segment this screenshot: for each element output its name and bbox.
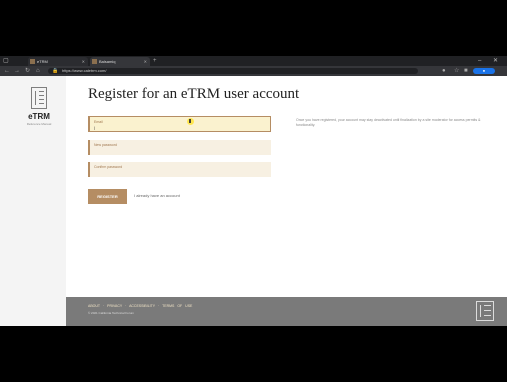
email-label: Email — [94, 120, 103, 124]
logo-text: eTRM — [28, 112, 50, 121]
back-icon[interactable]: ← — [4, 66, 10, 76]
close-tab-icon[interactable]: ✕ — [82, 57, 85, 66]
extensions-puzzle-icon[interactable]: ■ — [464, 66, 468, 76]
browser-nav-bar: ← → ↻ ⌂ 🔒 https://www.caletrm.com/ ● ☆ ■… — [0, 66, 507, 76]
sidebar: eTRM Reference Manual — [0, 76, 66, 326]
forward-icon[interactable]: → — [14, 66, 20, 76]
register-button[interactable]: REGISTER — [88, 189, 127, 204]
logo-subtitle: Reference Manual — [26, 122, 52, 126]
password-field[interactable]: New password — [88, 140, 271, 155]
video-frame: ▢ eTRM ✕ Balsamiq ✕ + – ✕ ← → ↻ ⌂ 🔒 http… — [0, 56, 507, 326]
page-title: Register for an eTRM user account — [88, 86, 300, 102]
profile-button[interactable]: ● — [473, 68, 495, 74]
browser-tab[interactable]: eTRM ✕ — [28, 57, 88, 66]
bookmark-icon[interactable]: ☆ — [454, 66, 459, 76]
extension-icon[interactable]: ● — [442, 66, 446, 76]
close-tab-icon[interactable]: ✕ — [144, 57, 147, 66]
email-field[interactable]: Email | — [88, 116, 271, 132]
tab-label: eTRM — [37, 59, 48, 64]
address-text: https://www.caletrm.com/ — [62, 68, 107, 73]
footer-copyright: © 2021 California Technical Forum — [88, 311, 135, 315]
footer-links[interactable]: ABOUT · PRIVACY · ACCESSIBILITY · TERMS … — [88, 304, 192, 308]
mouse-pointer-icon — [187, 118, 194, 125]
window-controls[interactable]: – ✕ — [478, 56, 503, 66]
etrm-logo-icon[interactable] — [31, 87, 47, 109]
browser-tab-bar: ▢ eTRM ✕ Balsamiq ✕ + – ✕ — [0, 56, 507, 66]
confirm-password-label: Confirm password — [94, 165, 123, 169]
footer-logo-icon[interactable] — [476, 301, 494, 321]
already-have-account-link[interactable]: I already have an account — [134, 193, 180, 198]
reload-icon[interactable]: ↻ — [25, 66, 30, 76]
tab-favicon-icon — [92, 59, 97, 64]
footer: ABOUT · PRIVACY · ACCESSIBILITY · TERMS … — [66, 297, 507, 326]
main-content: Register for an eTRM user account Email … — [66, 76, 507, 326]
lock-icon: 🔒 — [52, 68, 59, 74]
password-label: New password — [94, 143, 117, 147]
new-tab-button[interactable]: + — [153, 56, 157, 66]
address-bar[interactable]: 🔒 https://www.caletrm.com/ — [48, 68, 418, 74]
tab-label: Balsamiq — [99, 59, 116, 64]
home-icon[interactable]: ⌂ — [36, 66, 40, 76]
browser-tab[interactable]: Balsamiq ✕ — [90, 57, 150, 66]
confirm-password-field[interactable]: Confirm password — [88, 162, 271, 177]
web-page: eTRM Reference Manual Register for an eT… — [0, 76, 507, 326]
window-menu-icon[interactable]: ▢ — [3, 58, 9, 64]
tab-favicon-icon — [30, 59, 35, 64]
text-cursor: | — [94, 125, 96, 130]
registration-info-text: Once you have registered, your account m… — [296, 118, 481, 127]
